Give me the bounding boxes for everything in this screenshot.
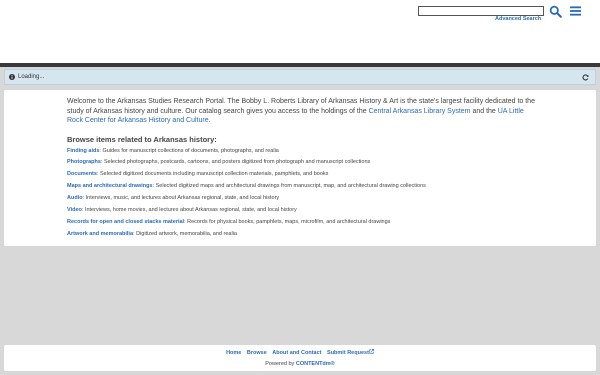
- browse-link[interactable]: Video: [67, 207, 82, 213]
- browse-item-records: Records for open and closed stacks mater…: [67, 219, 537, 225]
- browse-heading: Browse items related to Arkansas history…: [67, 134, 217, 144]
- footer-nav: Home Browse About and Contact Submit Req…: [4, 349, 596, 356]
- footer-link-submit-request[interactable]: Submit Request: [327, 349, 374, 356]
- browse-link[interactable]: Documents: [67, 171, 97, 177]
- loading-text: Loading...: [18, 74, 45, 80]
- browse-link[interactable]: Artwork and memorabilia: [67, 231, 133, 237]
- submit-request-label: Submit Request: [327, 349, 369, 356]
- powered-by-prefix: Powered by: [265, 360, 296, 367]
- browse-item-artwork: Artwork and memorabilia: Digitized artwo…: [67, 231, 537, 237]
- browse-item-audio: Audio: Interviews, music, and lectures a…: [67, 195, 537, 201]
- browse-item-maps: Maps and architectural drawings: Selecte…: [67, 183, 537, 189]
- external-link-icon: [369, 349, 374, 354]
- header-divider: [0, 63, 600, 67]
- contentdm-brand: CONTENTdm®: [295, 360, 335, 367]
- main-content: Welcome to the Arkansas Studies Research…: [4, 90, 596, 246]
- footer-link-home[interactable]: Home: [226, 350, 241, 356]
- browse-description: : Interviews, home movies, and lectures …: [81, 207, 297, 214]
- browse-link[interactable]: Finding aids: [67, 148, 99, 154]
- intro-text: and the: [470, 107, 498, 115]
- browse-description: : Selected photographs, postcards, carto…: [100, 159, 371, 166]
- info-circle-icon: [9, 74, 15, 80]
- refresh-icon[interactable]: [582, 74, 589, 81]
- footer-link-browse[interactable]: Browse: [247, 350, 267, 356]
- browse-item-finding-aids: Finding aids: Guides for manuscript coll…: [67, 148, 537, 154]
- search-icon[interactable]: [549, 5, 562, 18]
- browse-description: : Records for physical books, pamphlets,…: [184, 218, 391, 225]
- hamburger-menu-icon[interactable]: [570, 5, 581, 17]
- browse-link[interactable]: Records for open and closed stacks mater…: [67, 219, 184, 225]
- loading-banner: Loading...: [4, 69, 596, 85]
- site-header: Advanced Search: [0, 0, 600, 63]
- cals-link[interactable]: Central Arkansas Library System: [369, 108, 471, 115]
- intro-text: .: [208, 117, 211, 124]
- browse-item-photographs: Photographs: Selected photographs, postc…: [67, 159, 537, 165]
- search-input[interactable]: [418, 6, 544, 16]
- browse-description: : Selected digitized documents including…: [96, 171, 329, 178]
- browse-description: : Selected digitized maps and architectu…: [152, 183, 426, 190]
- advanced-search-link[interactable]: Advanced Search: [495, 16, 541, 22]
- browse-description: : Guides for manuscript collections of d…: [99, 147, 279, 154]
- browse-description: : Interviews, music, and lectures about …: [82, 195, 280, 202]
- site-footer: Home Browse About and Contact Submit Req…: [4, 345, 596, 371]
- browse-link[interactable]: Audio: [67, 195, 83, 201]
- footer-link-about[interactable]: About and Contact: [272, 350, 321, 356]
- browse-item-documents: Documents: Selected digitized documents …: [67, 171, 537, 177]
- browse-description: : Digitized artwork, memorabilia, and re…: [133, 230, 237, 237]
- browse-item-video: Video: Interviews, home movies, and lect…: [67, 207, 537, 213]
- powered-by: Powered by CONTENTdm®: [4, 361, 596, 367]
- intro-paragraph: Welcome to the Arkansas Studies Research…: [67, 97, 537, 126]
- browse-list: Finding aids: Guides for manuscript coll…: [67, 148, 537, 238]
- browse-link[interactable]: Maps and architectural drawings: [67, 183, 153, 189]
- browse-link[interactable]: Photographs: [67, 159, 101, 165]
